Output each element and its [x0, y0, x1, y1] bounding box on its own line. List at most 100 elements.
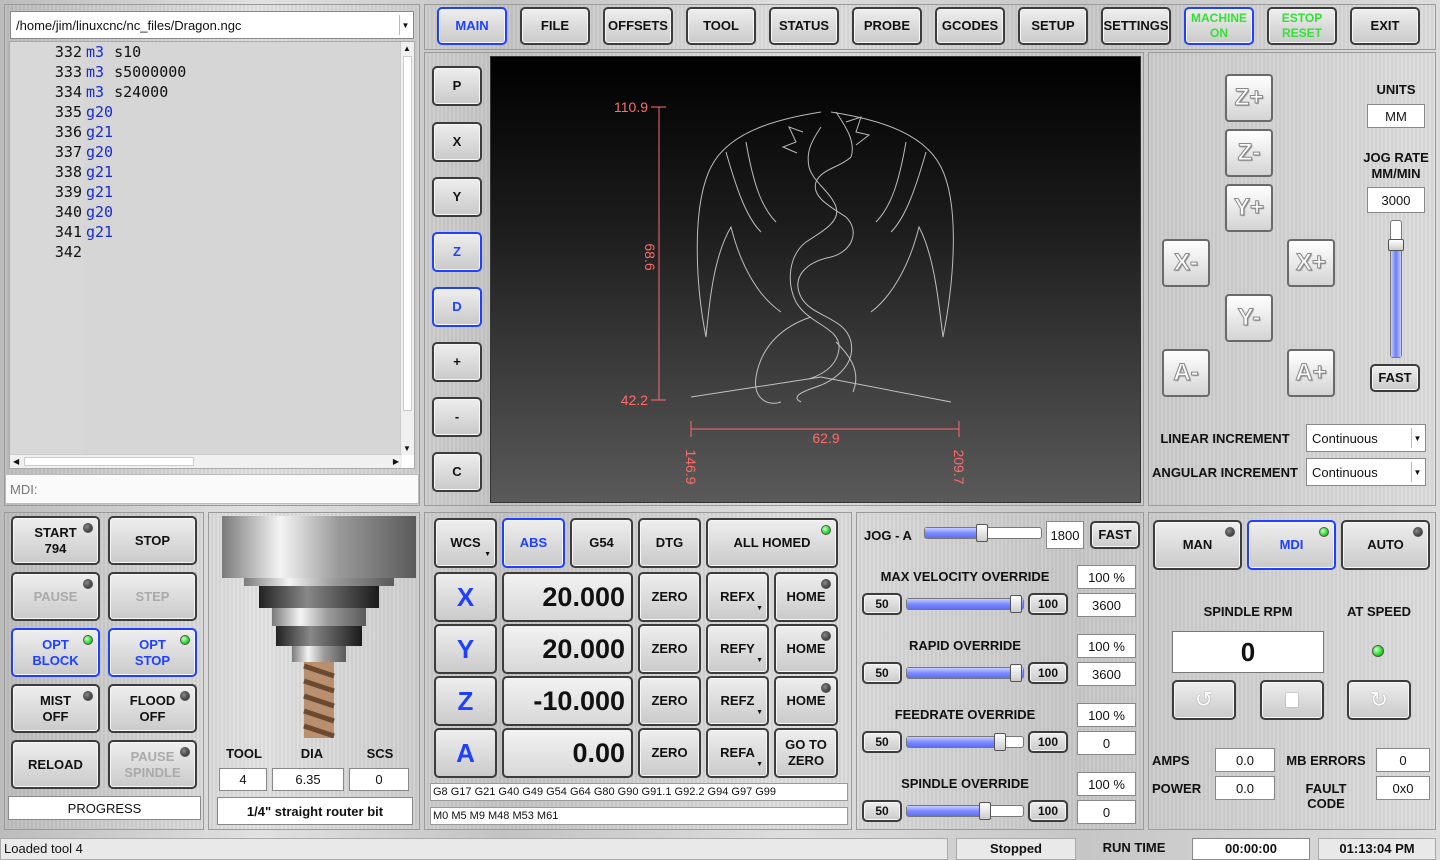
override-slider-knob[interactable]	[993, 733, 1006, 751]
jog-rate-slider-knob[interactable]	[1388, 239, 1404, 251]
view-y-button[interactable]: Y	[432, 177, 482, 217]
tab-setup[interactable]: SETUP	[1018, 7, 1088, 45]
zero-z-button[interactable]: ZERO	[638, 676, 701, 726]
view-z-button[interactable]: Z	[432, 232, 482, 272]
tab-settings[interactable]: SETTINGS	[1101, 7, 1171, 45]
zoom-in-button[interactable]: +	[432, 342, 482, 382]
jog-xp-button[interactable]: X+	[1287, 239, 1335, 287]
scroll-left-icon[interactable]: ◀	[13, 457, 19, 466]
jog-a-slider[interactable]	[924, 524, 1042, 542]
jog-ap-button[interactable]: A+	[1287, 349, 1335, 397]
mist-button[interactable]: MIST OFF	[11, 684, 100, 733]
axis-x-button[interactable]: X	[434, 572, 497, 622]
home-y-button[interactable]: HOME	[774, 624, 838, 674]
pause-spindle-button[interactable]: PAUSE SPINDLE	[108, 740, 197, 789]
machine-on-button[interactable]: MACHINE ON	[1184, 7, 1254, 45]
tab-offsets[interactable]: OFFSETS	[603, 7, 673, 45]
scroll-down-icon[interactable]: ▼	[403, 444, 411, 453]
mdi-input[interactable]: MDI:	[5, 474, 419, 504]
zero-a-button[interactable]: ZERO	[638, 728, 701, 778]
tab-tool[interactable]: TOOL	[686, 7, 756, 45]
spindle-stop-button[interactable]	[1260, 680, 1324, 720]
abs-button[interactable]: ABS	[502, 518, 565, 568]
override-low-button[interactable]: 50	[862, 800, 902, 822]
dtg-button[interactable]: DTG	[638, 518, 701, 568]
scroll-up-icon[interactable]: ▲	[403, 44, 411, 53]
override-slider-knob[interactable]	[978, 802, 991, 820]
step-button[interactable]: STEP	[108, 572, 197, 621]
override-high-button[interactable]: 100	[1028, 800, 1068, 822]
override-high-button[interactable]: 100	[1028, 662, 1068, 684]
spindle-ccw-button[interactable]: ↺	[1172, 680, 1236, 720]
linear-increment-select[interactable]: Continuous ▼	[1306, 424, 1426, 452]
axis-z-button[interactable]: Z	[434, 676, 497, 726]
jog-am-button[interactable]: A-	[1162, 349, 1210, 397]
jog-ym-button[interactable]: Y-	[1225, 294, 1273, 342]
tab-main[interactable]: MAIN	[437, 7, 507, 45]
override-slider[interactable]	[906, 664, 1024, 682]
estop-reset-button[interactable]: ESTOP RESET	[1267, 7, 1337, 45]
stop-button[interactable]: STOP	[108, 516, 197, 565]
reload-button[interactable]: RELOAD	[11, 740, 100, 789]
jog-a-value-field[interactable]: 1800	[1046, 521, 1084, 549]
home-x-button[interactable]: HOME	[774, 572, 838, 622]
jog-zp-button[interactable]: Z+	[1225, 74, 1273, 122]
override-high-button[interactable]: 100	[1028, 593, 1068, 615]
jog-xm-button[interactable]: X-	[1162, 239, 1210, 287]
ref-y-button[interactable]: REFY ▼	[706, 624, 769, 674]
toolpath-preview[interactable]: 110.9 68.6 42.2 62.9 146.9 209.7	[490, 56, 1141, 503]
gcode-editor[interactable]: 332 m3 s10 333 m3 s5000000 334 m3 s24000 335 g20 33…	[9, 41, 415, 469]
file-path-select[interactable]: /home/jim/linuxcnc/nc_files/Dragon.ngc ▼	[10, 11, 414, 39]
tab-file[interactable]: FILE	[520, 7, 590, 45]
override-low-button[interactable]: 50	[862, 593, 902, 615]
tab-probe[interactable]: PROBE	[852, 7, 922, 45]
override-slider[interactable]	[906, 595, 1024, 613]
jog-fast-button[interactable]: FAST	[1370, 364, 1420, 392]
jog-rate-slider[interactable]	[1388, 220, 1404, 358]
tab-gcodes[interactable]: GCODES	[935, 7, 1005, 45]
angular-increment-select[interactable]: Continuous ▼	[1306, 458, 1426, 486]
vertical-scrollbar[interactable]: ▲ ▼	[400, 42, 414, 455]
override-slider-knob[interactable]	[1010, 664, 1023, 682]
override-low-button[interactable]: 50	[862, 731, 902, 753]
opt-block-button[interactable]: OPT BLOCK	[11, 628, 100, 677]
chevron-down-icon[interactable]: ▼	[399, 15, 411, 35]
override-slider[interactable]	[906, 802, 1024, 820]
ref-z-button[interactable]: REFZ ▼	[706, 676, 769, 726]
wcs-button[interactable]: WCS ▼	[434, 518, 497, 568]
override-slider-knob[interactable]	[1010, 595, 1023, 613]
flood-button[interactable]: FLOOD OFF	[108, 684, 197, 733]
axis-y-button[interactable]: Y	[434, 624, 497, 674]
spindle-cw-button[interactable]: ↻	[1347, 680, 1411, 720]
jog-a-fast-button[interactable]: FAST	[1090, 521, 1140, 549]
jog-a-slider-knob[interactable]	[975, 524, 988, 542]
zero-y-button[interactable]: ZERO	[638, 624, 701, 674]
override-slider[interactable]	[906, 733, 1024, 751]
pause-button[interactable]: PAUSE	[11, 572, 100, 621]
opt-stop-button[interactable]: OPT STOP	[108, 628, 197, 677]
mode-mdi-button[interactable]: MDI	[1247, 520, 1336, 570]
ref-x-button[interactable]: REFX ▼	[706, 572, 769, 622]
view-x-button[interactable]: X	[432, 122, 482, 162]
chevron-down-icon[interactable]: ▼	[1411, 428, 1423, 448]
view-d-button[interactable]: D	[432, 287, 482, 327]
chevron-down-icon[interactable]: ▼	[1411, 462, 1423, 482]
mode-auto-button[interactable]: AUTO	[1341, 520, 1430, 570]
clear-view-button[interactable]: C	[432, 452, 482, 492]
scroll-h-thumb[interactable]	[24, 457, 194, 466]
home-a-button[interactable]: GO TO ZERO	[774, 728, 838, 778]
all-homed-button[interactable]: ALL HOMED	[706, 518, 838, 568]
mode-man-button[interactable]: MAN	[1153, 520, 1242, 570]
jog-zm-button[interactable]: Z-	[1225, 129, 1273, 177]
start-button[interactable]: START 794	[11, 516, 100, 565]
override-high-button[interactable]: 100	[1028, 731, 1068, 753]
zoom-out-button[interactable]: -	[432, 397, 482, 437]
scroll-thumb[interactable]	[403, 56, 412, 411]
axis-a-button[interactable]: A	[434, 728, 497, 778]
g54-button[interactable]: G54	[570, 518, 633, 568]
view-p-button[interactable]: P	[432, 66, 482, 106]
tab-status[interactable]: STATUS	[769, 7, 839, 45]
zero-x-button[interactable]: ZERO	[638, 572, 701, 622]
ref-a-button[interactable]: REFA ▼	[706, 728, 769, 778]
units-field[interactable]: MM	[1367, 104, 1425, 128]
